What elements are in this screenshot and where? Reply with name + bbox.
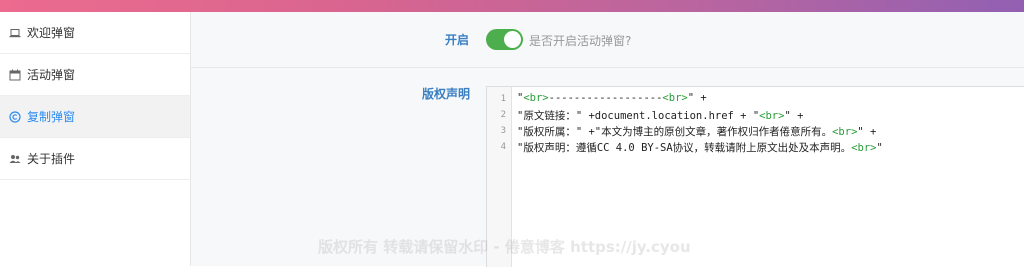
copyright-label: 版权声明: [422, 87, 471, 101]
sidebar-item-label: 活动弹窗: [27, 68, 76, 82]
watermark: 版权所有 转载请保留水印 - 倦意博客 https://jy.cyou: [318, 238, 691, 256]
code-text: "版权声明：遵循CC 4.0 BY-SA协议，转载请附上原文出处及本声明。: [517, 142, 852, 154]
sidebar-item-about-plugin[interactable]: 关于插件: [0, 138, 190, 180]
enable-label: 开启: [445, 33, 470, 47]
copyright-icon: [8, 110, 22, 124]
sidebar-item-label: 关于插件: [27, 152, 76, 166]
code-text: " +: [687, 92, 707, 104]
sidebar-item-copy-popup[interactable]: 复制弹窗: [0, 96, 190, 138]
code-tag: <br>: [523, 92, 549, 104]
code-tag: <br>: [851, 142, 877, 154]
calendar-icon: [8, 68, 22, 82]
enable-row: 开启 是否开启活动弹窗?: [191, 12, 1024, 68]
code-line: "版权所属：" +"本文为博主的原创文章，著作权归作者倦意所有。<br>" +: [517, 124, 876, 139]
sidebar-item-label: 复制弹窗: [27, 110, 76, 124]
code-text: "原文链接：" +document.location.href + ": [517, 110, 760, 122]
line-number: 1: [500, 94, 506, 104]
code-line: "原文链接：" +document.location.href + "<br>"…: [517, 108, 803, 123]
sidebar-item-label: 欢迎弹窗: [27, 26, 76, 40]
enable-hint: 是否开启活动弹窗?: [529, 34, 632, 48]
code-tag: <br>: [759, 110, 785, 122]
line-number: 3: [500, 126, 506, 136]
laptop-icon: [8, 26, 22, 40]
line-number: 4: [500, 142, 506, 152]
sidebar: 欢迎弹窗 活动弹窗 复制弹窗 关于插件: [0, 12, 191, 266]
toggle-knob: [504, 31, 521, 48]
users-icon: [8, 152, 22, 166]
settings-panel: 开启 是否开启活动弹窗? 版权声明 1234 "<br>------------…: [191, 12, 1024, 267]
sidebar-item-welcome-popup[interactable]: 欢迎弹窗: [0, 12, 190, 54]
sidebar-item-activity-popup[interactable]: 活动弹窗: [0, 54, 190, 96]
code-text: ": [876, 142, 883, 154]
code-line: "版权声明：遵循CC 4.0 BY-SA协议，转载请附上原文出处及本声明。<br…: [517, 140, 883, 155]
code-text: ------------------: [548, 92, 663, 104]
code-text: " +: [784, 110, 804, 122]
line-number: 2: [500, 110, 506, 120]
enable-toggle[interactable]: [486, 29, 523, 50]
code-tag: <br>: [832, 126, 858, 138]
code-line: "<br>------------------<br>" +: [517, 92, 707, 104]
code-text: " +: [857, 126, 877, 138]
top-accent-bar: [0, 0, 1024, 12]
code-text: "版权所属：" +"本文为博主的原创文章，著作权归作者倦意所有。: [517, 126, 833, 138]
code-tag: <br>: [662, 92, 688, 104]
